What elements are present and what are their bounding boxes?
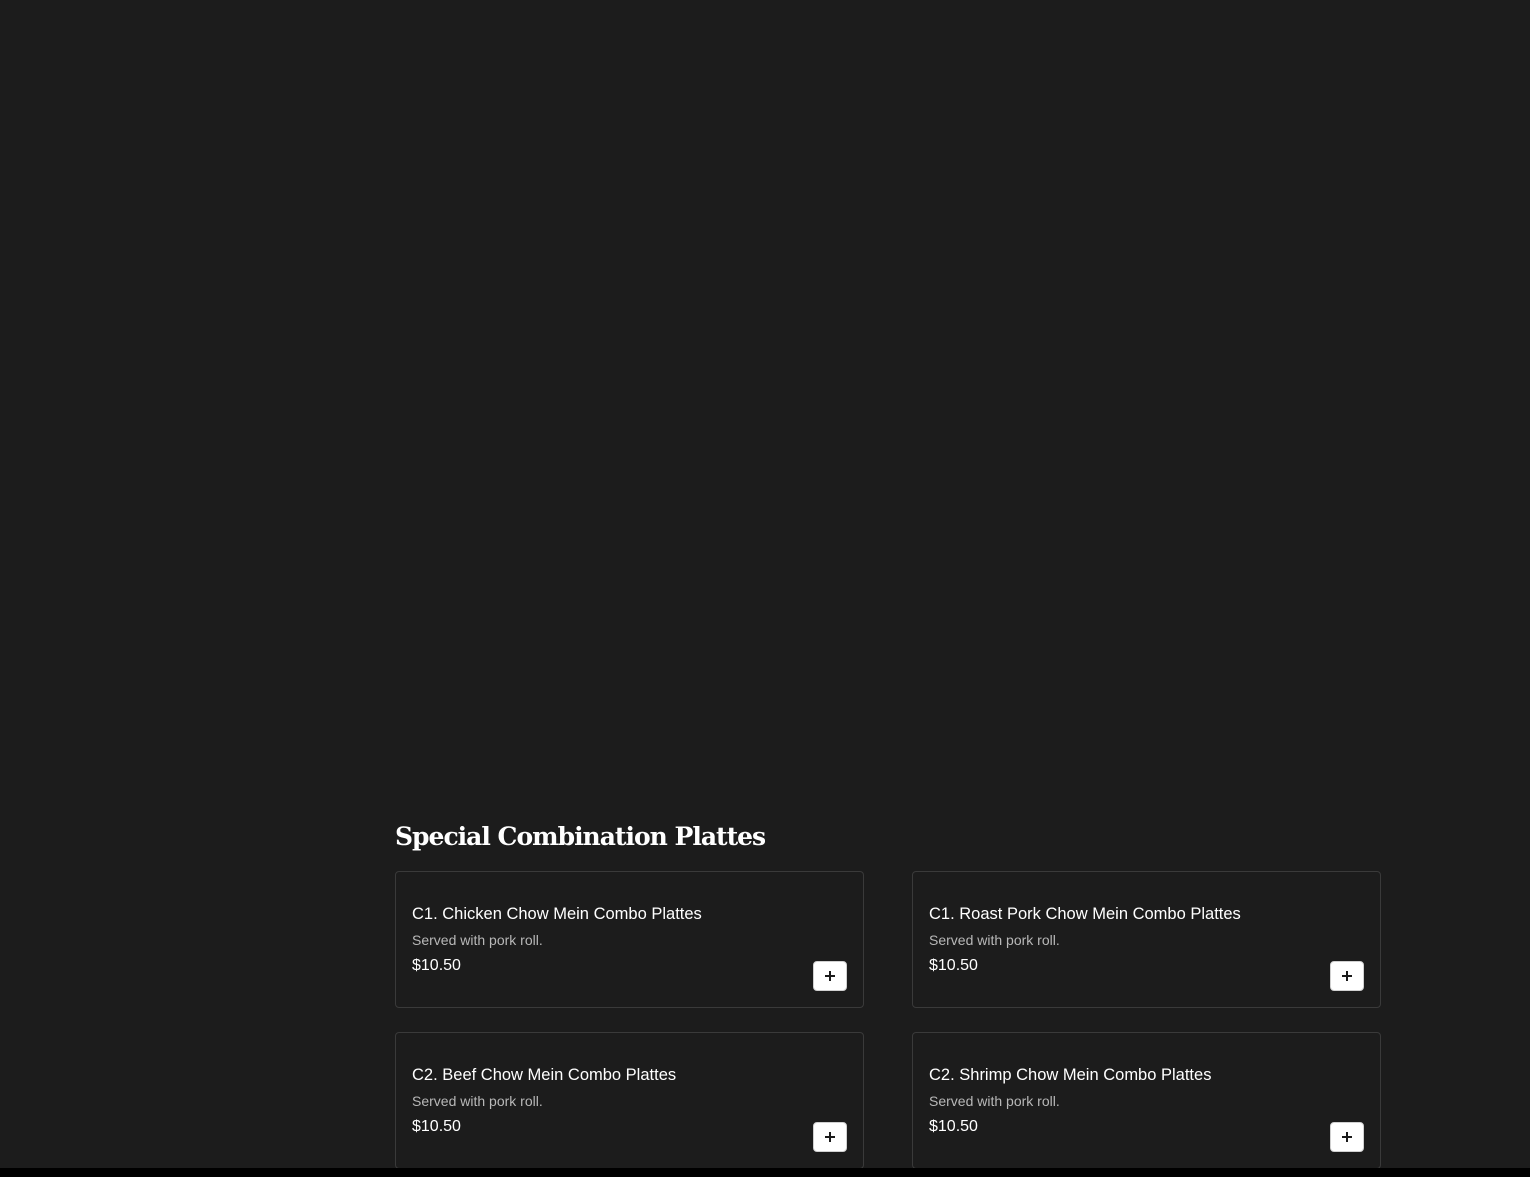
plus-icon [825,971,835,981]
bottom-edge-bar [0,1168,1530,1177]
menu-item-card[interactable]: C2. Beef Chow Mein Combo Plattes Served … [395,1032,864,1169]
menu-section-special-combination: Special Combination Plattes C1. Chicken … [395,820,1381,1169]
menu-item-description: Served with pork roll. [929,1093,1060,1109]
menu-item-name: C1. Roast Pork Chow Mein Combo Plattes [929,905,1241,923]
plus-icon [1342,1132,1352,1142]
menu-item-card[interactable]: C2. Shrimp Chow Mein Combo Plattes Serve… [912,1032,1381,1169]
menu-item-card[interactable]: C1. Chicken Chow Mein Combo Plattes Serv… [395,871,864,1008]
plus-icon [1342,971,1352,981]
menu-item-price: $10.50 [412,1118,461,1135]
menu-item-name: C2. Beef Chow Mein Combo Plattes [412,1066,677,1084]
add-to-cart-button[interactable] [813,1122,847,1152]
menu-item-description: Served with pork roll. [929,932,1060,948]
menu-item-card[interactable]: C1. Roast Pork Chow Mein Combo Plattes S… [912,871,1381,1008]
menu-item-price: $10.50 [412,957,461,974]
menu-item-description: Served with pork roll. [412,932,543,948]
section-title: Special Combination Plattes [395,822,766,851]
menu-item-description: Served with pork roll. [412,1093,543,1109]
add-to-cart-button[interactable] [813,961,847,991]
add-to-cart-button[interactable] [1330,961,1364,991]
menu-item-name: C1. Chicken Chow Mein Combo Plattes [412,905,702,923]
menu-item-name: C2. Shrimp Chow Mein Combo Plattes [929,1066,1212,1084]
menu-item-grid: C1. Chicken Chow Mein Combo Plattes Serv… [395,871,1381,1169]
add-to-cart-button[interactable] [1330,1122,1364,1152]
plus-icon [825,1132,835,1142]
menu-item-price: $10.50 [929,957,978,974]
menu-item-price: $10.50 [929,1118,978,1135]
